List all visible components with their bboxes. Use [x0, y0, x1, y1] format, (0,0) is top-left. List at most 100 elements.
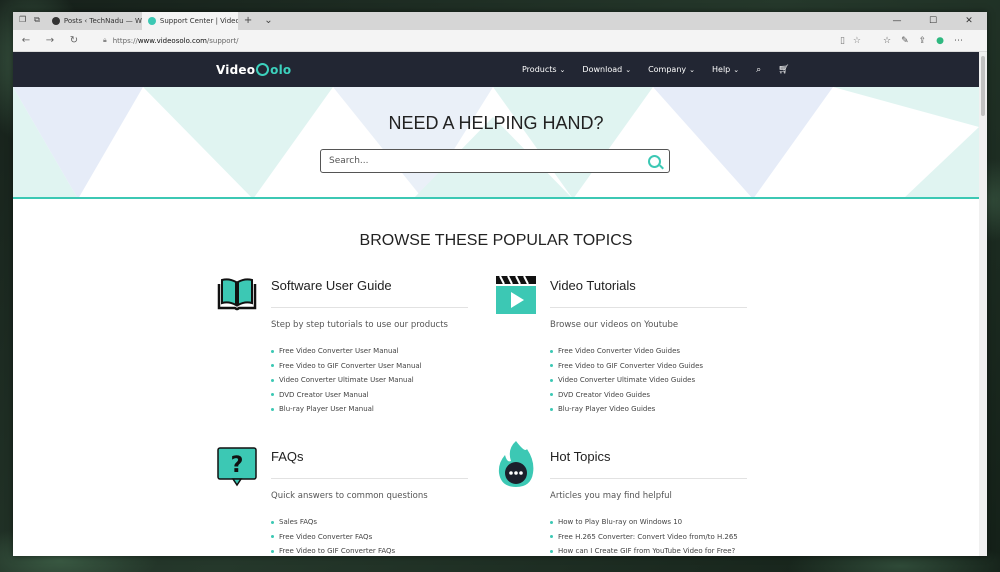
tab-preview-icon[interactable]: ⧉	[34, 15, 40, 25]
nav-help[interactable]: Help ⌄	[712, 65, 739, 74]
favorite-star-icon[interactable]: ☆	[853, 36, 861, 46]
nav-label: Company	[648, 65, 687, 74]
tab-posts[interactable]: Posts ‹ TechNadu — WordP	[46, 12, 142, 30]
topic-title[interactable]: Software User Guide	[271, 278, 392, 293]
flame-chat-icon	[498, 441, 534, 487]
nav-label: Help	[712, 65, 731, 74]
topic-software-user-guide: Software User Guide Step by step tutoria…	[216, 274, 476, 424]
logo-solo-text: olo	[270, 62, 292, 77]
main-menu: Products ⌄ Download ⌄ Company ⌄ Help ⌄ ⌕ 🛒︎	[522, 52, 790, 87]
topic-link[interactable]: Blu-ray Player User Manual	[271, 402, 422, 417]
logo-ring-icon	[256, 63, 270, 76]
site-header: Video olo Products ⌄ Download ⌄ Company ⌄ H…	[13, 52, 987, 87]
url-field[interactable]: 🔒︎ https://www.videosolo.com/support/ ▯ …	[97, 33, 867, 49]
topic-link[interactable]: Sales FAQs	[271, 515, 395, 530]
topic-link[interactable]: Free Video to GIF Converter FAQs	[271, 544, 395, 556]
topic-link[interactable]: Video Converter Ultimate Video Guides	[550, 373, 703, 388]
reading-view-icon[interactable]: ▯	[840, 36, 845, 46]
question-bubble-icon: ?	[217, 447, 257, 487]
search-icon[interactable]	[648, 154, 661, 168]
hero-title: NEED A HELPING HAND?	[388, 113, 604, 133]
search-icon[interactable]: ⌕	[756, 65, 761, 75]
nav-download[interactable]: Download ⌄	[582, 65, 631, 74]
topic-link[interactable]: Free Video Converter Video Guides	[550, 344, 703, 359]
topic-link[interactable]: Video Converter Ultimate User Manual	[271, 373, 422, 388]
topic-description: Quick answers to common questions	[271, 491, 428, 501]
topic-link[interactable]: Free Video to GIF Converter User Manual	[271, 359, 422, 374]
topic-link-list: Sales FAQs Free Video Converter FAQs Fre…	[271, 515, 395, 556]
divider	[271, 478, 468, 479]
topic-link[interactable]: How to Play Blu-ray on Windows 10	[550, 515, 738, 530]
browse-topics-heading: BROWSE THESE POPULAR TOPICS	[359, 232, 633, 249]
topic-title[interactable]: Hot Topics	[550, 449, 610, 464]
topic-description: Step by step tutorials to use our produc…	[271, 320, 448, 330]
topic-link-list: Free Video Converter User Manual Free Vi…	[271, 344, 422, 417]
url-text: https://www.videosolo.com/support/	[112, 36, 239, 45]
url-actions: ▯ ☆	[840, 36, 861, 46]
maximize-button[interactable]: ☐	[915, 12, 951, 30]
svg-text:?: ?	[231, 453, 244, 478]
wordpress-favicon-icon	[51, 17, 60, 25]
chevron-down-icon: ⌄	[559, 65, 566, 74]
tab-label: Support Center | VideoS	[159, 17, 238, 25]
book-icon	[217, 278, 257, 311]
topic-hot-topics: Hot Topics Articles you may find helpful…	[495, 441, 755, 556]
lock-icon: 🔒︎	[103, 36, 107, 44]
page-scrollbar[interactable]	[979, 52, 987, 556]
video-clapper-icon	[496, 275, 536, 314]
close-window-button[interactable]: ✕	[951, 12, 987, 30]
topic-link[interactable]: DVD Creator Video Guides	[550, 388, 703, 403]
topic-faqs: ? FAQs Quick answers to common questions…	[216, 445, 476, 556]
chevron-down-icon: ⌄	[689, 65, 695, 74]
topic-link[interactable]: Blu-ray Player Video Guides	[550, 402, 703, 417]
notes-pen-icon[interactable]: ✎	[901, 36, 909, 46]
nav-company[interactable]: Company ⌄	[648, 65, 695, 74]
tab-aside-icon[interactable]: ❐	[19, 15, 26, 25]
tab-support-center[interactable]: Support Center | VideoS ✕	[141, 12, 238, 30]
topic-link[interactable]: Free H.265 Converter: Convert Video from…	[550, 530, 738, 545]
videosolo-logo[interactable]: Video olo	[216, 63, 291, 77]
chevron-down-icon: ⌄	[625, 65, 632, 74]
address-bar: ← → ↻ 🔒︎ https://www.videosolo.com/suppo…	[13, 30, 987, 52]
divider	[550, 478, 747, 479]
window-controls: — ☐ ✕	[879, 12, 987, 30]
hero-banner: NEED A HELPING HAND?	[13, 87, 987, 199]
tab-actions: ❐ ⧉	[13, 15, 46, 30]
tab-label: Posts ‹ TechNadu — WordP	[63, 17, 142, 25]
browser-toolbar: ☆ ✎ ⇪ ● ⋯	[883, 36, 963, 46]
topic-title[interactable]: FAQs	[271, 449, 304, 464]
topic-link[interactable]: Free Video to GIF Converter Video Guides	[550, 359, 703, 374]
more-menu-icon[interactable]: ⋯	[954, 36, 963, 46]
cart-icon[interactable]: 🛒︎	[778, 65, 789, 75]
browser-window: ❐ ⧉ Posts ‹ TechNadu — WordP Support Cen…	[13, 12, 987, 556]
logo-video-text: Video	[216, 62, 256, 77]
new-tab-button[interactable]: +	[238, 15, 258, 30]
grammarly-extension-icon[interactable]: ●	[936, 36, 944, 46]
topic-link[interactable]: Free Video Converter FAQs	[271, 530, 395, 545]
nav-label: Download	[582, 65, 623, 74]
topic-title[interactable]: Video Tutorials	[550, 278, 636, 293]
support-search-box	[320, 149, 670, 173]
tab-bar: ❐ ⧉ Posts ‹ TechNadu — WordP Support Cen…	[13, 12, 987, 30]
favorites-hub-icon[interactable]: ☆	[883, 36, 891, 46]
topic-link[interactable]: DVD Creator User Manual	[271, 388, 422, 403]
topic-link[interactable]: How can I Create GIF from YouTube Video …	[550, 544, 738, 556]
nav-products[interactable]: Products ⌄	[522, 65, 565, 74]
minimize-button[interactable]: —	[879, 12, 915, 30]
nav-label: Products	[522, 65, 557, 74]
scrollbar-thumb[interactable]	[981, 56, 985, 116]
support-search-input[interactable]	[329, 156, 648, 166]
videosolo-favicon-icon	[147, 17, 156, 25]
tab-list-chevron-icon[interactable]: ⌄	[258, 15, 278, 30]
topic-link-list: Free Video Converter Video Guides Free V…	[550, 344, 703, 417]
back-button[interactable]: ←	[19, 35, 33, 46]
share-icon[interactable]: ⇪	[919, 36, 927, 46]
divider	[271, 307, 468, 308]
forward-button[interactable]: →	[43, 35, 57, 46]
topic-link-list: How to Play Blu-ray on Windows 10 Free H…	[550, 515, 738, 556]
web-page: Video olo Products ⌄ Download ⌄ Company ⌄ H…	[13, 52, 987, 556]
topic-link[interactable]: Free Video Converter User Manual	[271, 344, 422, 359]
hero-triangle-pattern	[13, 87, 979, 197]
divider	[550, 307, 747, 308]
refresh-button[interactable]: ↻	[67, 35, 81, 46]
